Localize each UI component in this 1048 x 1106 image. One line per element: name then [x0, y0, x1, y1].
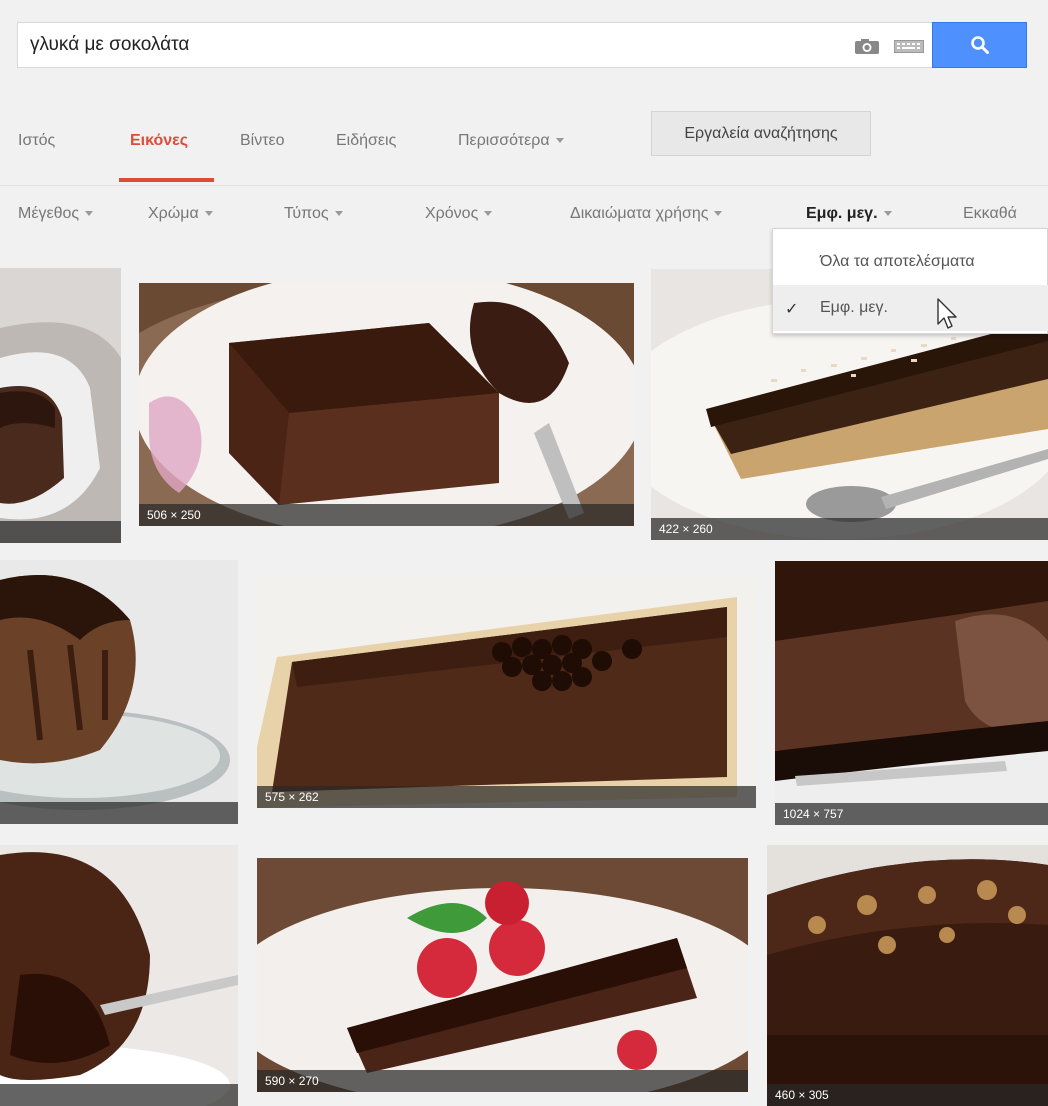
chevron-down-icon: [555, 138, 564, 144]
filter-type[interactable]: Τύπος: [284, 205, 343, 223]
filter-time[interactable]: Χρόνος: [425, 205, 493, 223]
chevron-down-icon: [334, 211, 343, 217]
image-thumbnail: [0, 845, 238, 1106]
search-input[interactable]: γλυκά με σοκολάτα: [17, 22, 932, 68]
image-thumbnail: [257, 577, 756, 808]
search-button[interactable]: [932, 22, 1027, 68]
dropdown-item-label: Όλα τα αποτελέσματα: [820, 253, 975, 270]
filter-time-label: Χρόνος: [425, 205, 479, 222]
image-size-label: 506 × 250: [139, 504, 634, 526]
active-tab-indicator: [119, 178, 214, 182]
image-result[interactable]: 590 × 270: [257, 858, 748, 1092]
search-tabs: Ιστός Εικόνες Βίντεο Ειδήσεις Περισσότερ…: [0, 100, 1048, 186]
dropdown-item-all-results[interactable]: Όλα τα αποτελέσματα: [773, 239, 1048, 285]
filter-type-label: Τύπος: [284, 205, 329, 222]
chevron-down-icon: [204, 211, 213, 217]
image-thumbnail: [767, 845, 1048, 1106]
image-result[interactable]: 460 × 305: [767, 845, 1048, 1106]
keyboard-icon[interactable]: [894, 40, 924, 53]
image-result[interactable]: 1024 × 757: [775, 561, 1048, 825]
image-result[interactable]: 575 × 262: [257, 577, 756, 808]
filter-usage-rights[interactable]: Δικαιώματα χρήσης: [570, 205, 723, 223]
chevron-down-icon: [85, 211, 94, 217]
image-size-label: 575 × 262: [257, 786, 756, 808]
image-size-label: 590 × 270: [257, 1070, 748, 1092]
filter-show-sizes[interactable]: Εμφ. μεγ.: [806, 205, 892, 223]
dropdown-item-label: Εμφ. μεγ.: [820, 299, 888, 316]
image-thumbnail: [0, 268, 121, 543]
mouse-cursor-icon: [937, 298, 957, 329]
image-thumbnail: [139, 283, 634, 526]
tab-news[interactable]: Ειδήσεις: [336, 132, 396, 150]
image-thumbnail: [257, 858, 748, 1092]
image-result[interactable]: [0, 560, 238, 824]
filter-show-sizes-label: Εμφ. μεγ.: [806, 205, 878, 222]
checkmark-icon: ✓: [785, 301, 799, 318]
image-result[interactable]: [0, 845, 238, 1106]
chevron-down-icon: [883, 211, 892, 217]
tab-web[interactable]: Ιστός: [18, 132, 55, 150]
image-size-label: 460 × 305: [767, 1084, 1048, 1106]
filter-clear[interactable]: Εκκαθά: [963, 205, 1017, 223]
image-thumbnail: [775, 561, 1048, 825]
image-result[interactable]: 506 × 250: [139, 283, 634, 526]
filter-size[interactable]: Μέγεθος: [18, 205, 94, 223]
image-size-label: [0, 521, 121, 543]
filter-color-label: Χρώμα: [148, 205, 199, 222]
search-tools-button[interactable]: Εργαλεία αναζήτησης: [651, 111, 871, 156]
image-size-label: [0, 802, 238, 824]
search-query: γλυκά με σοκολάτα: [30, 34, 190, 55]
image-size-label: 1024 × 757: [775, 803, 1048, 825]
chevron-down-icon: [714, 211, 723, 217]
chevron-down-icon: [484, 211, 493, 217]
camera-icon[interactable]: [854, 38, 880, 55]
tab-images[interactable]: Εικόνες: [130, 132, 188, 150]
search-bar: γλυκά με σοκολάτα: [17, 22, 1027, 70]
image-size-label: [0, 1084, 238, 1106]
tab-more-label: Περισσότερα: [458, 132, 550, 149]
image-size-label: 422 × 260: [651, 518, 1048, 540]
filter-usage-rights-label: Δικαιώματα χρήσης: [570, 205, 709, 222]
filter-size-label: Μέγεθος: [18, 205, 80, 222]
image-result[interactable]: [0, 268, 121, 543]
filter-color[interactable]: Χρώμα: [148, 205, 213, 223]
tab-videos[interactable]: Βίντεο: [240, 132, 285, 150]
image-thumbnail: [0, 560, 238, 824]
search-icon: [970, 36, 989, 54]
tab-more[interactable]: Περισσότερα: [458, 132, 564, 150]
show-sizes-dropdown: Όλα τα αποτελέσματα ✓ Εμφ. μεγ.: [772, 228, 1048, 334]
dropdown-item-show-sizes[interactable]: ✓ Εμφ. μεγ.: [773, 285, 1048, 331]
